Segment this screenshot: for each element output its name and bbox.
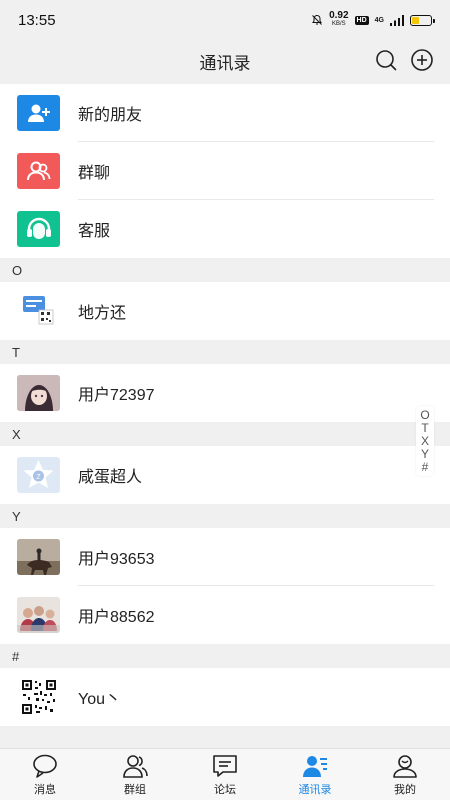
index-letter-hash[interactable]: # (422, 461, 429, 473)
network-type: 4G (374, 16, 384, 24)
new-friends-item[interactable]: 新的朋友 (0, 84, 450, 142)
speed-value: 0.92 (329, 10, 349, 21)
alphabet-index-bar[interactable]: O T X Y # (416, 406, 434, 476)
index-letter-x[interactable]: X (421, 435, 429, 447)
add-friend-icon (17, 95, 60, 131)
contact-name: 用户72397 (78, 387, 155, 404)
page-title: 通讯录 (199, 53, 251, 73)
tab-profile[interactable]: 我的 (360, 749, 450, 800)
horse-rider-avatar (17, 539, 60, 575)
header: 通讯录 (0, 40, 450, 82)
contact-name: You丶 (78, 691, 122, 708)
index-letter-t[interactable]: T (421, 422, 428, 434)
forum-icon (213, 754, 237, 777)
tab-forum[interactable]: 论坛 (180, 749, 270, 800)
group-chat-item[interactable]: 群聊 (0, 142, 450, 200)
tab-contacts-label: 通讯录 (298, 783, 332, 796)
status-time: 13:55 (18, 11, 56, 29)
section-header-x: X (0, 422, 450, 446)
status-bar: 13:55 0.92 KB/S HD 4G (0, 0, 450, 40)
contact-name: 地方还 (78, 305, 127, 322)
search-icon[interactable] (374, 48, 398, 72)
group-chat-icon (17, 153, 60, 189)
qr-code-avatar (17, 679, 60, 715)
new-friends-label: 新的朋友 (78, 107, 143, 124)
speed-unit: KB/S (331, 21, 346, 27)
contact-name: 用户88562 (78, 609, 155, 626)
contact-name: 咸蛋超人 (78, 469, 143, 486)
tab-groups[interactable]: 群组 (90, 749, 180, 800)
group-chat-label: 群聊 (78, 165, 111, 182)
contact-row[interactable]: 用户93653 (0, 528, 450, 586)
contact-list: 新的朋友 群聊 客服 O 地方还 T 用户72397 X Z 咸蛋超人 Y 用户… (0, 84, 450, 746)
family-photo-avatar (17, 597, 60, 633)
customer-service-item[interactable]: 客服 (0, 200, 450, 258)
bottom-tab-bar: 消息 群组 论坛 通讯录 我的 (0, 748, 450, 800)
tab-profile-label: 我的 (394, 783, 416, 796)
chat-bubble-icon (33, 754, 57, 778)
contacts-icon (303, 755, 327, 777)
tab-forum-label: 论坛 (214, 783, 236, 796)
section-header-hash: # (0, 644, 450, 668)
anime-girl-avatar (17, 375, 60, 411)
contact-row[interactable]: You丶 (0, 668, 450, 726)
index-letter-y[interactable]: Y (421, 448, 429, 460)
contact-row[interactable]: Z 咸蛋超人 (0, 446, 450, 504)
default-star-avatar: Z (17, 457, 60, 493)
tab-contacts[interactable]: 通讯录 (270, 749, 360, 800)
signal-icon (390, 14, 404, 26)
section-header-t: T (0, 340, 450, 364)
mute-bell-icon (312, 14, 322, 25)
customer-service-label: 客服 (78, 223, 111, 240)
tab-messages-label: 消息 (34, 783, 56, 796)
contact-row[interactable]: 地方还 (0, 282, 450, 340)
hd-badge: HD (354, 15, 369, 25)
group-icon (123, 754, 148, 778)
svg-text:Z: Z (36, 474, 41, 481)
tab-messages[interactable]: 消息 (0, 749, 90, 800)
status-icons: 0.92 KB/S HD 4G (311, 10, 435, 28)
network-speed: 0.92 KB/S (329, 10, 349, 28)
contact-name: 用户93653 (78, 551, 155, 568)
add-circle-icon[interactable] (410, 48, 434, 72)
profile-icon (393, 754, 417, 778)
section-header-o: O (0, 258, 450, 282)
contact-row[interactable]: 用户72397 (0, 364, 450, 422)
tab-groups-label: 群组 (124, 783, 146, 796)
qr-card-avatar (17, 293, 60, 329)
index-letter-o[interactable]: O (420, 409, 429, 421)
section-header-y: Y (0, 504, 450, 528)
contact-row[interactable]: 用户88562 (0, 586, 450, 644)
headset-icon (17, 211, 60, 247)
battery-icon (410, 14, 435, 26)
